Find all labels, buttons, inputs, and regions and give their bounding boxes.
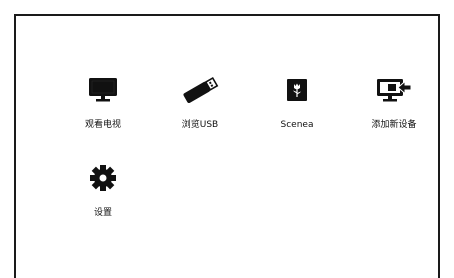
menu-item-label: 添加新设备: [371, 120, 417, 130]
gear-icon: [58, 160, 148, 196]
menu-item-add-device[interactable]: 添加新设备: [349, 72, 439, 138]
menu-item-label: Scenea: [280, 120, 314, 130]
home-menu-panel: 观看电视 浏览USB Scenea 添加新设备 设置: [14, 14, 440, 278]
menu-item-label: 浏览USB: [181, 120, 219, 130]
menu-item-watch-tv[interactable]: 观看电视: [58, 72, 148, 138]
menu-item-label: 观看电视: [84, 120, 121, 130]
menu-item-scenea[interactable]: Scenea: [252, 72, 342, 138]
menu-item-settings[interactable]: 设置: [58, 160, 148, 226]
menu-item-browse-usb[interactable]: 浏览USB: [155, 72, 245, 138]
home-screen: 观看电视 浏览USB Scenea 添加新设备 设置: [0, 0, 454, 278]
scenea-flower-icon: [252, 72, 342, 108]
add-device-icon: [349, 72, 439, 108]
tv-icon: [58, 72, 148, 108]
menu-item-label: 设置: [93, 208, 112, 218]
usb-drive-icon: [155, 72, 245, 108]
